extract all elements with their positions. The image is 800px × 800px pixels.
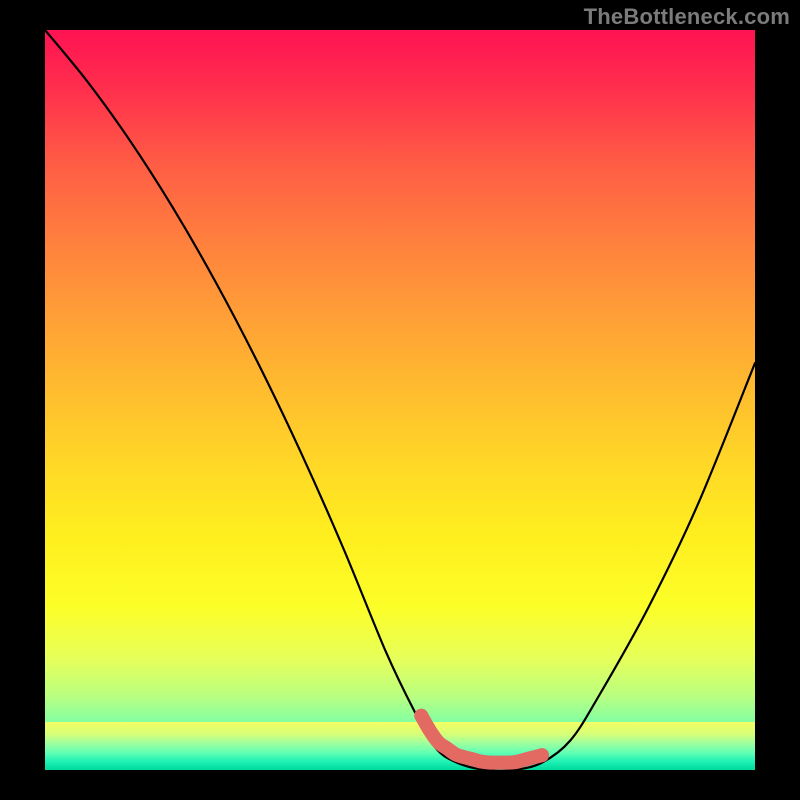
- watermark-text: TheBottleneck.com: [584, 4, 790, 30]
- plot-area: [45, 30, 755, 770]
- chart-frame: TheBottleneck.com: [0, 0, 800, 800]
- optimal-zone-highlight: [421, 716, 542, 763]
- optimal-zone-start-dot: [414, 709, 428, 723]
- optimal-zone-end-dot: [535, 748, 549, 762]
- curve-layer: [45, 30, 755, 770]
- bottleneck-curve-line: [45, 30, 755, 770]
